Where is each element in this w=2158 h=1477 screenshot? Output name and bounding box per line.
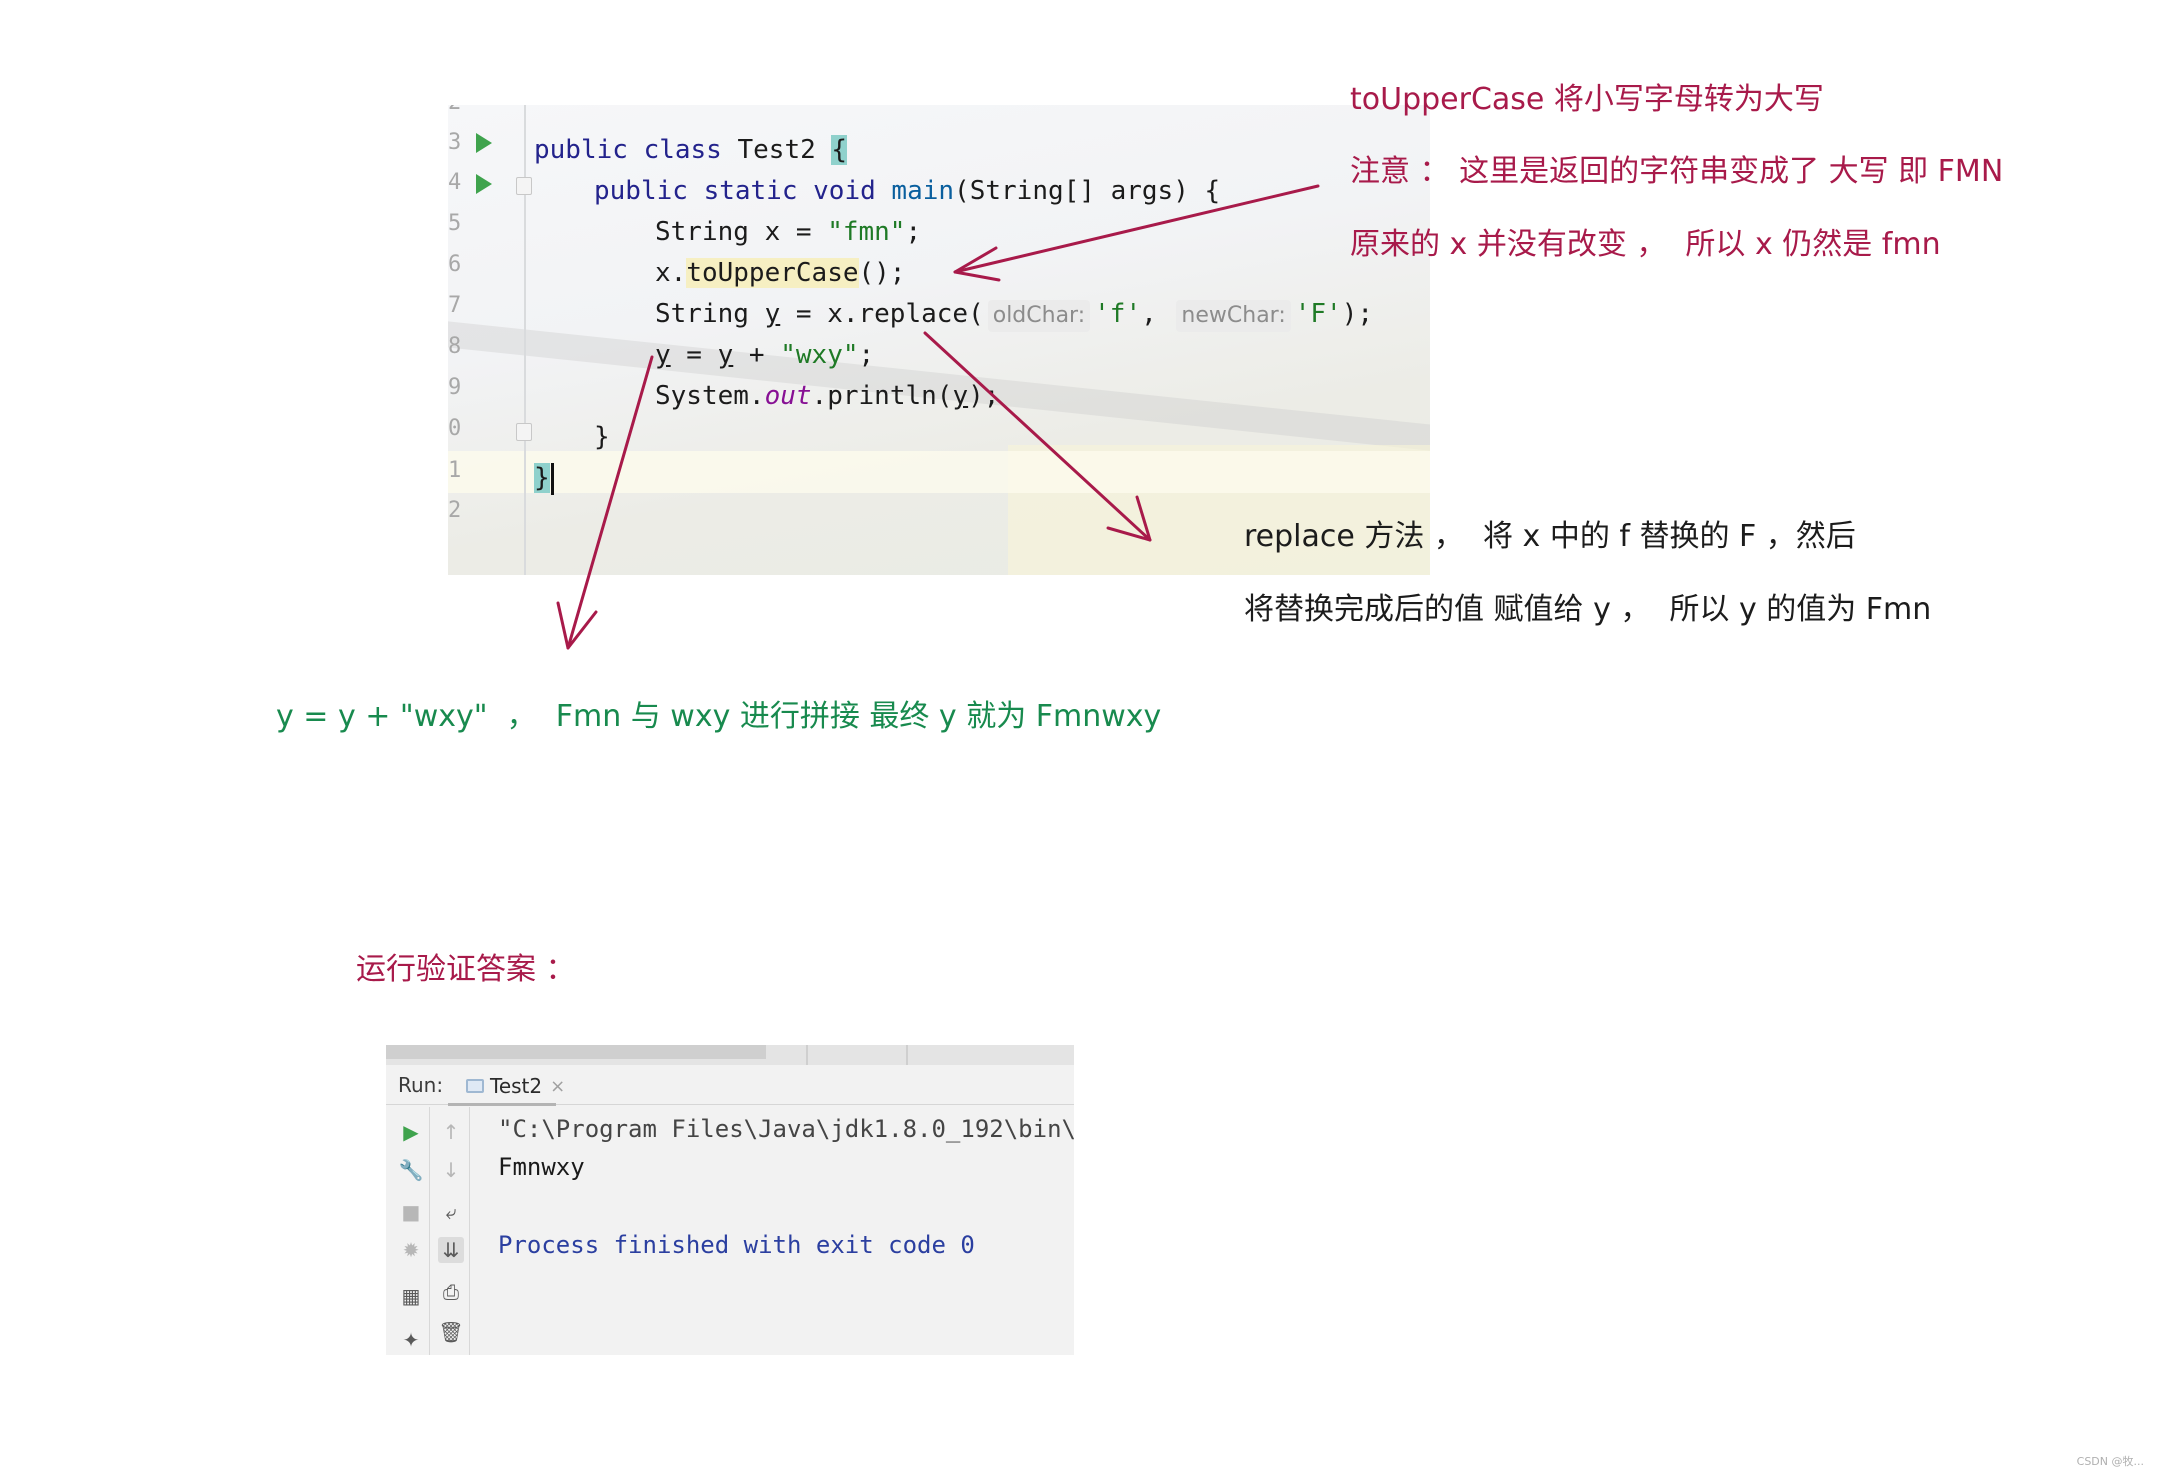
soft-wrap-icon[interactable]: ⤶ [438, 1199, 464, 1225]
stop-icon[interactable]: ■ [398, 1199, 424, 1225]
run-console: Run: Test2 × ▶ 🔧 ■ ✹ ▦ ✦ ↑ ↓ ⤶ ⇊ ⎙ 🗑 "C:… [386, 1045, 1074, 1355]
debug-bug-icon[interactable]: ✹ [398, 1237, 424, 1263]
annotation-touppercase-title: toUpperCase 将小写字母转为大写 [1350, 82, 1824, 117]
tab-test2-label: Test2 [490, 1074, 543, 1098]
scroll-up-icon[interactable]: ↑ [438, 1119, 464, 1145]
run-main-icon[interactable] [476, 174, 492, 194]
line-number: 6 [448, 252, 462, 277]
line-number: 8 [448, 334, 462, 359]
run-config-icon [466, 1079, 484, 1093]
code-line-println: System.out.println(y); [655, 381, 1000, 411]
console-top-strip [386, 1045, 1074, 1065]
tab-close-icon[interactable]: × [550, 1076, 565, 1097]
console-output-exit: Process finished with exit code 0 [498, 1231, 975, 1259]
param-hint-newchar: newChar: [1176, 300, 1291, 332]
arrow-concat-head [556, 601, 598, 650]
layout-icon[interactable]: ▦ [398, 1283, 424, 1309]
scroll-to-end-icon[interactable]: ⇊ [438, 1237, 464, 1263]
line-number: 2 [448, 498, 462, 523]
console-output-result: Fmnwxy [498, 1153, 585, 1181]
line-number: 7 [448, 293, 462, 318]
annotation-touppercase-note2: 原来的 x 并没有改变 ， 所以 x 仍然是 fmn [1350, 227, 1941, 262]
code-line-replace: String y = x.replace(oldChar:'f', newCha… [655, 294, 1373, 334]
run-tabbar: Run: Test2 × [386, 1065, 1074, 1106]
current-line-highlight [448, 451, 1430, 493]
pin-icon[interactable]: ✦ [398, 1327, 424, 1353]
text-caret [550, 462, 554, 495]
annotation-concat: y = y + "wxy" ， Fmn 与 wxy 进行拼接 最终 y 就为 F… [276, 699, 1162, 734]
tab-active-indicator [448, 1103, 556, 1106]
annotation-replace-line1: replace 方法 ， 将 x 中的 f 替换的 F ，然后 [1244, 519, 1856, 554]
code-line-close-class: } [534, 458, 554, 498]
run-toolbar-left: ▶ 🔧 ■ ✹ ▦ ✦ [392, 1107, 430, 1355]
line-number: 4 [448, 170, 462, 195]
fold-open-icon[interactable] [516, 177, 532, 195]
annotation-touppercase-note1: 注意 ： 这里是返回的字符串变成了 大写 即 FMN [1350, 154, 2004, 189]
code-line-x-decl: String x = "fmn"; [655, 217, 922, 247]
line-number: 1 [448, 458, 462, 483]
code-line-class-decl: public class Test2 { [534, 135, 848, 165]
line-number: 0 [448, 416, 462, 441]
verify-label: 运行验证答案 ： [356, 952, 576, 987]
run-class-icon[interactable] [476, 133, 492, 153]
code-line-close-method: } [594, 422, 610, 452]
annotation-replace-line2: 将替换完成后的值 赋值给 y ， 所以 y 的值为 Fmn [1244, 592, 1932, 627]
trash-icon[interactable]: 🗑 [438, 1319, 464, 1345]
console-output-command: "C:\Program Files\Java\jdk1.8.0_192\bin\… [498, 1115, 1074, 1143]
wrench-icon[interactable]: 🔧 [398, 1157, 424, 1183]
code-line-concat: y = y + "wxy"; [655, 340, 875, 370]
tab-test2[interactable]: Test2 × [466, 1071, 565, 1101]
run-toolbar-right: ↑ ↓ ⤶ ⇊ ⎙ 🗑 [432, 1107, 470, 1355]
line-number: 9 [448, 375, 462, 400]
run-label: Run: [398, 1073, 444, 1097]
gutter-border [524, 105, 526, 575]
line-number: 5 [448, 211, 462, 236]
param-hint-oldchar: oldChar: [987, 300, 1091, 332]
scroll-down-icon[interactable]: ↓ [438, 1157, 464, 1183]
watermark: CSDN @牧... [2076, 1455, 2144, 1468]
line-number: 2 [448, 105, 462, 123]
code-line-touppercase: x.toUpperCase(); [655, 258, 906, 288]
line-number: 3 [448, 130, 462, 155]
code-editor: 2 3 4 5 6 7 8 9 0 1 2 public class Test2… [448, 105, 1430, 575]
print-icon[interactable]: ⎙ [438, 1279, 464, 1305]
fold-close-icon[interactable] [516, 423, 532, 441]
code-line-main-decl: public static void main(String[] args) { [594, 176, 1221, 206]
rerun-icon[interactable]: ▶ [398, 1119, 424, 1145]
